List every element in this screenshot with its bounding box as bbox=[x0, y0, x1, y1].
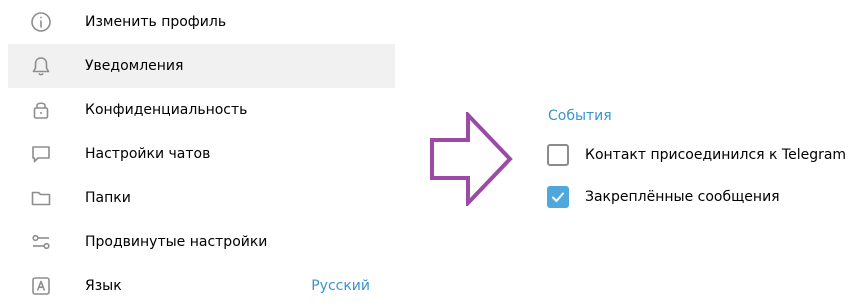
option-label: Контакт присоединился к Telegram bbox=[585, 147, 847, 163]
option-contact-joined[interactable]: Контакт присоединился к Telegram bbox=[547, 143, 857, 167]
folder-icon bbox=[28, 185, 54, 211]
checkmark-icon bbox=[552, 192, 564, 202]
menu-item-label: Настройки чатов bbox=[85, 146, 211, 162]
menu-item-notifications[interactable]: Уведомления bbox=[8, 44, 395, 88]
menu-item-label: Язык bbox=[85, 278, 122, 294]
menu-item-label: Уведомления bbox=[85, 58, 184, 74]
option-pinned-messages[interactable]: Закреплённые сообщения bbox=[547, 185, 857, 209]
language-icon bbox=[28, 273, 54, 299]
menu-item-privacy[interactable]: Конфиденциальность bbox=[8, 88, 395, 132]
right-arrow-icon bbox=[430, 112, 513, 206]
info-icon bbox=[28, 9, 54, 35]
language-value: Русский bbox=[311, 278, 370, 294]
menu-item-label: Изменить профиль bbox=[85, 14, 227, 30]
menu-item-label: Папки bbox=[85, 190, 131, 206]
settings-menu: Изменить профиль Уведомления Конфиденциа… bbox=[8, 0, 395, 308]
checkbox-unchecked[interactable] bbox=[547, 144, 569, 166]
events-section-title: События bbox=[548, 108, 612, 124]
option-label: Закреплённые сообщения bbox=[585, 189, 780, 205]
menu-item-folders[interactable]: Папки bbox=[8, 176, 395, 220]
menu-item-chat-settings[interactable]: Настройки чатов bbox=[8, 132, 395, 176]
menu-item-advanced[interactable]: Продвинутые настройки bbox=[8, 220, 395, 264]
menu-item-language[interactable]: Язык Русский bbox=[8, 264, 395, 308]
checkbox-checked[interactable] bbox=[547, 186, 569, 208]
sliders-icon bbox=[28, 229, 54, 255]
chat-bubble-icon bbox=[28, 141, 54, 167]
menu-item-edit-profile[interactable]: Изменить профиль bbox=[8, 0, 395, 44]
menu-item-label: Продвинутые настройки bbox=[85, 234, 268, 250]
menu-item-label: Конфиденциальность bbox=[85, 102, 248, 118]
bell-icon bbox=[28, 53, 54, 79]
lock-icon bbox=[28, 97, 54, 123]
